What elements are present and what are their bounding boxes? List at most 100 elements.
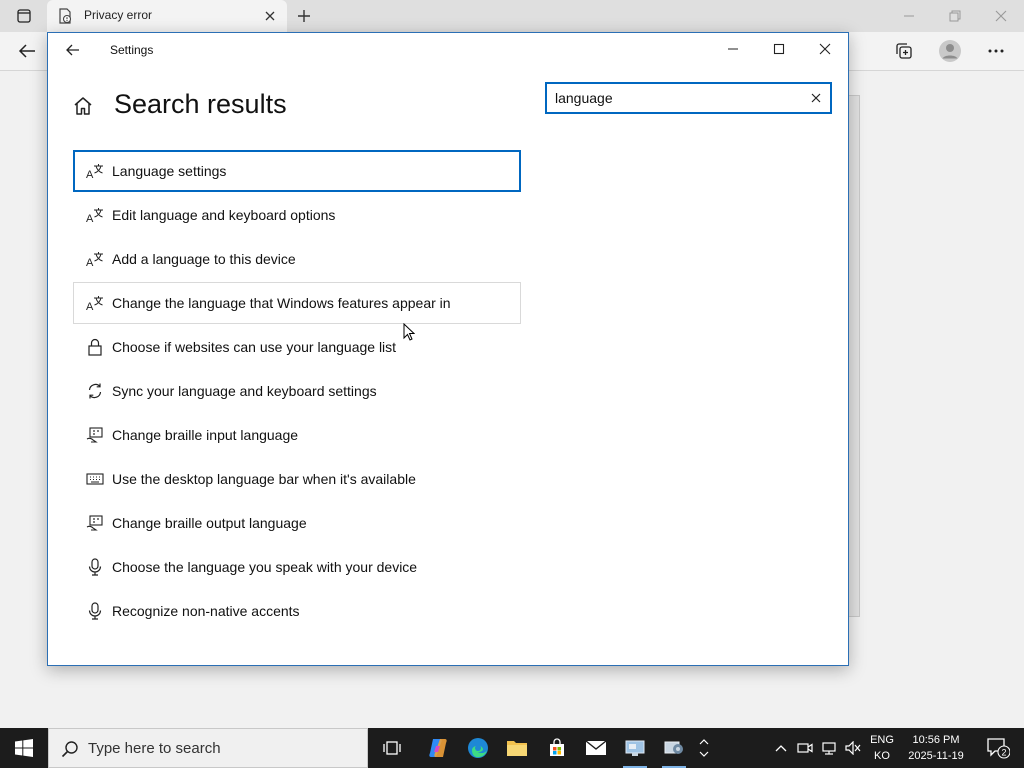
camera-icon — [797, 743, 813, 753]
input-language-indicator[interactable]: ENG KO — [864, 732, 900, 764]
network-button[interactable] — [818, 728, 840, 768]
svg-text:A: A — [86, 301, 94, 312]
search-result-item[interactable]: A Edit language and keyboard options — [73, 194, 521, 236]
network-icon — [822, 742, 836, 755]
more-icon — [988, 49, 1004, 53]
search-result-item[interactable]: Sync your language and keyboard settings — [73, 370, 521, 412]
windows-logo-icon — [15, 739, 33, 757]
lock-icon — [85, 337, 105, 357]
search-input[interactable] — [555, 88, 795, 108]
language-icon: A — [85, 205, 105, 225]
control-panel-icon — [625, 740, 645, 756]
profile-button[interactable] — [936, 37, 964, 65]
braille-icon — [85, 513, 105, 533]
search-result-item[interactable]: Recognize non-native accents — [73, 590, 521, 632]
search-result-item[interactable]: A Change the language that Windows featur… — [73, 282, 521, 324]
clock-time: 10:56 PM — [912, 734, 960, 746]
notification-count: 2 — [1001, 748, 1006, 758]
search-result-item[interactable]: Choose if websites can use your language… — [73, 326, 521, 368]
search-result-item[interactable]: Change braille input language — [73, 414, 521, 456]
search-result-item[interactable]: Use the desktop language bar when it's a… — [73, 458, 521, 500]
collections-icon — [896, 43, 912, 59]
clock-date: 2025-11-19 — [908, 750, 964, 762]
settings-search-box[interactable] — [545, 82, 832, 114]
settings-maximize-button[interactable] — [756, 33, 802, 65]
window-title: Settings — [110, 43, 154, 57]
browser-close-button[interactable] — [978, 0, 1024, 32]
search-result-label: Language settings — [112, 163, 227, 179]
action-center-button[interactable]: 2 — [978, 728, 1018, 768]
minimize-icon — [728, 48, 738, 50]
copilot-icon — [429, 739, 447, 757]
search-result-label: Edit language and keyboard options — [112, 207, 336, 223]
store-app[interactable] — [537, 728, 577, 768]
clear-search-button[interactable] — [808, 90, 824, 106]
page-title: Search results — [114, 89, 287, 119]
back-button[interactable] — [13, 37, 41, 65]
language-icon: A — [85, 293, 105, 313]
home-icon[interactable] — [72, 95, 94, 117]
restore-icon — [949, 10, 961, 22]
browser-tab[interactable]: Privacy error — [47, 0, 287, 32]
keyboard-icon — [85, 469, 105, 489]
close-icon — [811, 93, 821, 103]
svg-text:A: A — [86, 169, 94, 180]
close-icon — [995, 10, 1007, 22]
search-result-item[interactable]: A Language settings — [73, 150, 521, 192]
search-result-label: Change braille input language — [112, 427, 299, 443]
search-result-item[interactable]: Choose the language you speak with your … — [73, 546, 521, 588]
show-hidden-icons-button[interactable] — [770, 728, 792, 768]
plus-icon — [298, 10, 310, 22]
language-line-2: KO — [874, 750, 890, 762]
search-result-item[interactable]: A Add a language to this device — [73, 238, 521, 280]
settings-window: Settings Search results A Language settin… — [47, 32, 849, 666]
new-tab-button[interactable] — [294, 6, 314, 26]
taskbar-scroll-arrows[interactable] — [696, 728, 712, 768]
task-view-button[interactable] — [372, 728, 412, 768]
tab-actions-button[interactable] — [10, 4, 38, 28]
volume-button[interactable] — [842, 728, 864, 768]
edge-icon — [468, 738, 488, 758]
settings-app-icon — [664, 741, 683, 754]
search-result-item[interactable]: Change braille output language — [73, 502, 521, 544]
control-panel-app[interactable] — [615, 728, 655, 768]
copilot-app[interactable] — [418, 728, 458, 768]
edge-app[interactable] — [458, 728, 498, 768]
meet-now-button[interactable] — [794, 728, 816, 768]
settings-back-button[interactable] — [58, 39, 88, 61]
taskbar-search-box[interactable]: Type here to search — [48, 728, 368, 768]
language-icon: A — [85, 161, 105, 181]
folder-icon — [507, 741, 527, 756]
maximize-icon — [773, 43, 785, 55]
tab-close-button[interactable] — [262, 8, 278, 24]
settings-app[interactable] — [654, 728, 694, 768]
settings-minimize-button[interactable] — [710, 33, 756, 65]
taskbar-search-placeholder: Type here to search — [88, 740, 221, 757]
mail-icon — [585, 740, 607, 755]
minimize-icon — [904, 15, 914, 17]
browser-restore-button[interactable] — [932, 0, 978, 32]
microphone-icon — [85, 557, 105, 577]
arrow-left-icon — [18, 44, 35, 58]
sync-icon — [85, 381, 105, 401]
mail-app[interactable] — [576, 728, 616, 768]
language-icon: A — [85, 249, 105, 269]
microphone-icon — [85, 601, 105, 621]
store-icon — [550, 738, 564, 756]
start-button[interactable] — [0, 728, 48, 768]
chevron-up-icon — [699, 739, 709, 745]
browser-minimize-button[interactable] — [886, 0, 932, 32]
search-result-label: Choose the language you speak with your … — [112, 559, 418, 575]
search-result-label: Recognize non-native accents — [112, 603, 300, 619]
language-line-1: ENG — [870, 734, 894, 746]
collections-button[interactable] — [890, 37, 918, 65]
file-explorer-app[interactable] — [497, 728, 537, 768]
settings-close-button[interactable] — [802, 33, 848, 65]
taskbar-clock[interactable]: 10:56 PM 2025-11-19 — [902, 732, 970, 764]
volume-muted-icon — [845, 741, 861, 755]
svg-text:A: A — [86, 257, 94, 268]
search-result-label: Change the language that Windows feature… — [112, 295, 451, 311]
more-menu-button[interactable] — [982, 37, 1010, 65]
tab-bar: Privacy error — [0, 0, 1024, 32]
taskbar: Type here to search ENG KO 10:56 PM 2025… — [0, 728, 1024, 768]
